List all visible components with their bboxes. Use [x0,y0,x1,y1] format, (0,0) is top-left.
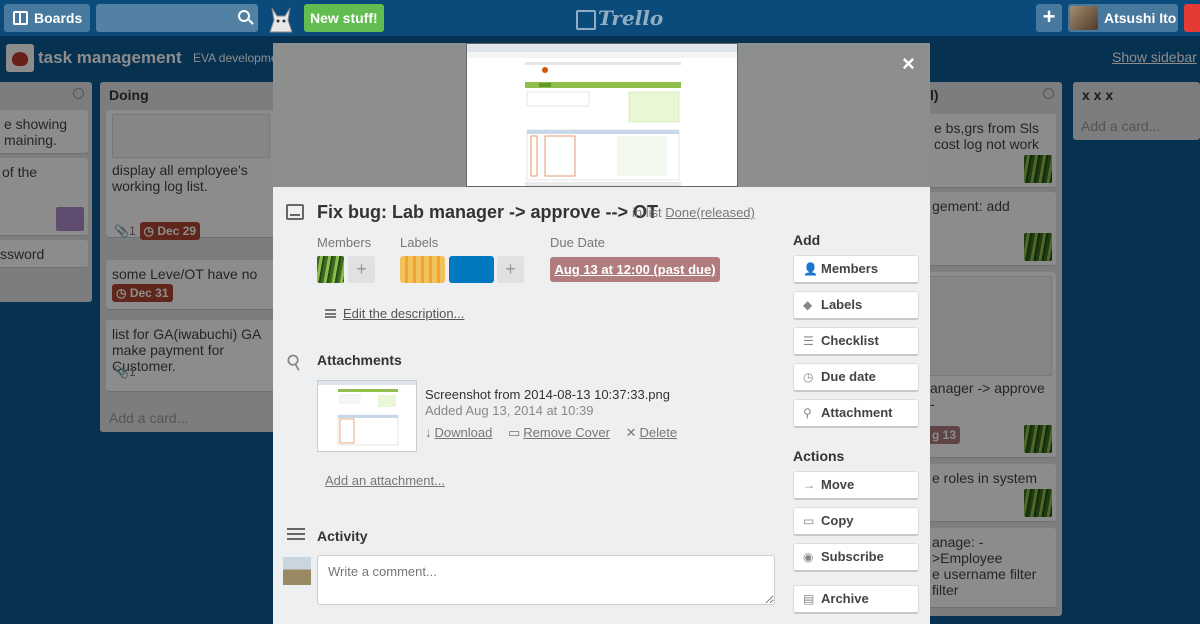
download-link[interactable]: Download [435,425,493,440]
button-label: Subscribe [821,549,884,564]
attachment-thumbnail[interactable] [317,380,417,452]
label-blue[interactable] [449,256,494,283]
comment-input[interactable] [317,555,775,605]
attachments-title: Attachments [317,352,402,368]
add-checklist-button[interactable]: ☰ Checklist [793,327,919,356]
arrow-right-icon: → [803,478,815,492]
cover-icon: ▭ [507,425,521,440]
button-label: Due date [821,369,876,384]
cover-screenshot-image [467,44,737,186]
archive-button[interactable]: ▤ Archive [793,585,919,614]
member-avatar[interactable] [317,256,344,283]
due-date-badge[interactable]: Aug 13 at 12:00 (past due) [550,257,720,282]
add-member-button[interactable]: + [348,256,375,283]
labels-label: Labels [400,235,439,250]
eye-icon: ◉ [803,550,814,564]
user-avatar [1070,6,1098,30]
in-list-info: in list Done(released) [632,205,755,220]
tag-icon: ◆ [803,298,813,312]
due-date-label: Due Date [550,235,605,250]
button-label: Attachment [821,405,893,420]
in-list-prefix: in list [632,205,662,220]
taco-mascot-icon[interactable] [266,4,296,34]
edit-description-link[interactable]: Edit the description... [325,306,464,321]
archive-icon: ▤ [803,592,815,606]
clock-icon: ◷ [803,370,814,384]
person-icon: 👤 [803,262,818,276]
add-button[interactable]: + [1036,4,1062,32]
actions-section-title: Actions [793,448,845,464]
label-orange[interactable] [400,256,445,283]
search-input[interactable] [96,4,258,32]
attachment-preview-image [318,381,416,446]
user-menu-button[interactable]: Atsushi Ito [1068,4,1178,32]
boards-button[interactable]: Boards [4,4,90,32]
paperclip-icon: ⚲ [803,406,812,420]
boards-label: Boards [34,10,83,26]
user-name: Atsushi Ito [1104,10,1177,26]
subscribe-button[interactable]: ◉ Subscribe [793,543,919,572]
activity-icon [287,528,305,542]
card-title[interactable]: Fix bug: Lab manager -> approve --> OT [317,202,658,223]
notifications-button[interactable] [1184,4,1200,32]
paperclip-icon: ⚲ [282,349,307,377]
add-label-button[interactable]: + [497,256,524,283]
commenter-avatar [283,557,311,585]
attachment-actions: ↓ Download ▭ Remove Cover ✕ Delete [425,425,689,441]
members-label: Members [317,235,372,250]
card-icon [286,204,304,220]
delete-link[interactable]: Delete [639,425,677,440]
edit-description-text: Edit the description... [343,306,465,321]
add-members-button[interactable]: 👤 Members [793,255,919,284]
description-icon [325,309,336,318]
button-label: Archive [821,591,869,606]
search-icon [238,10,250,22]
add-attachment-button[interactable]: ⚲ Attachment [793,399,919,428]
attachment-filename: Screenshot from 2014-08-13 10:37:33.png [425,387,671,402]
button-label: Members [821,261,879,276]
close-icon[interactable]: × [902,51,915,77]
attachment-added: Added Aug 13, 2014 at 10:39 [425,403,594,418]
copy-button[interactable]: ▭ Copy [793,507,919,536]
button-label: Copy [821,513,854,528]
activity-title: Activity [317,528,368,544]
new-stuff-button[interactable]: New stuff! [304,4,384,32]
checklist-icon: ☰ [803,334,814,348]
cover-screenshot[interactable] [466,43,738,187]
trello-logo[interactable]: Trello [576,6,663,30]
card-cover: × [273,43,930,187]
add-section-title: Add [793,232,821,248]
button-label: Checklist [821,333,879,348]
add-labels-button[interactable]: ◆ Labels [793,291,919,320]
download-icon: ↓ [425,425,432,440]
top-header: Boards New stuff! Trello + Atsushi Ito [0,0,1200,36]
move-button[interactable]: → Move [793,471,919,500]
button-label: Move [821,477,855,492]
remove-cover-link[interactable]: Remove Cover [523,425,610,440]
boards-icon [13,11,28,25]
card-detail-modal: × Fix bug: Lab manager -> approve --> OT… [273,43,930,624]
copy-icon: ▭ [803,514,815,528]
button-label: Labels [821,297,863,312]
list-name-link[interactable]: Done(released) [665,205,755,220]
add-due-date-button[interactable]: ◷ Due date [793,363,919,392]
delete-icon: ✕ [625,425,637,440]
add-attachment-link[interactable]: Add an attachment... [325,473,445,488]
